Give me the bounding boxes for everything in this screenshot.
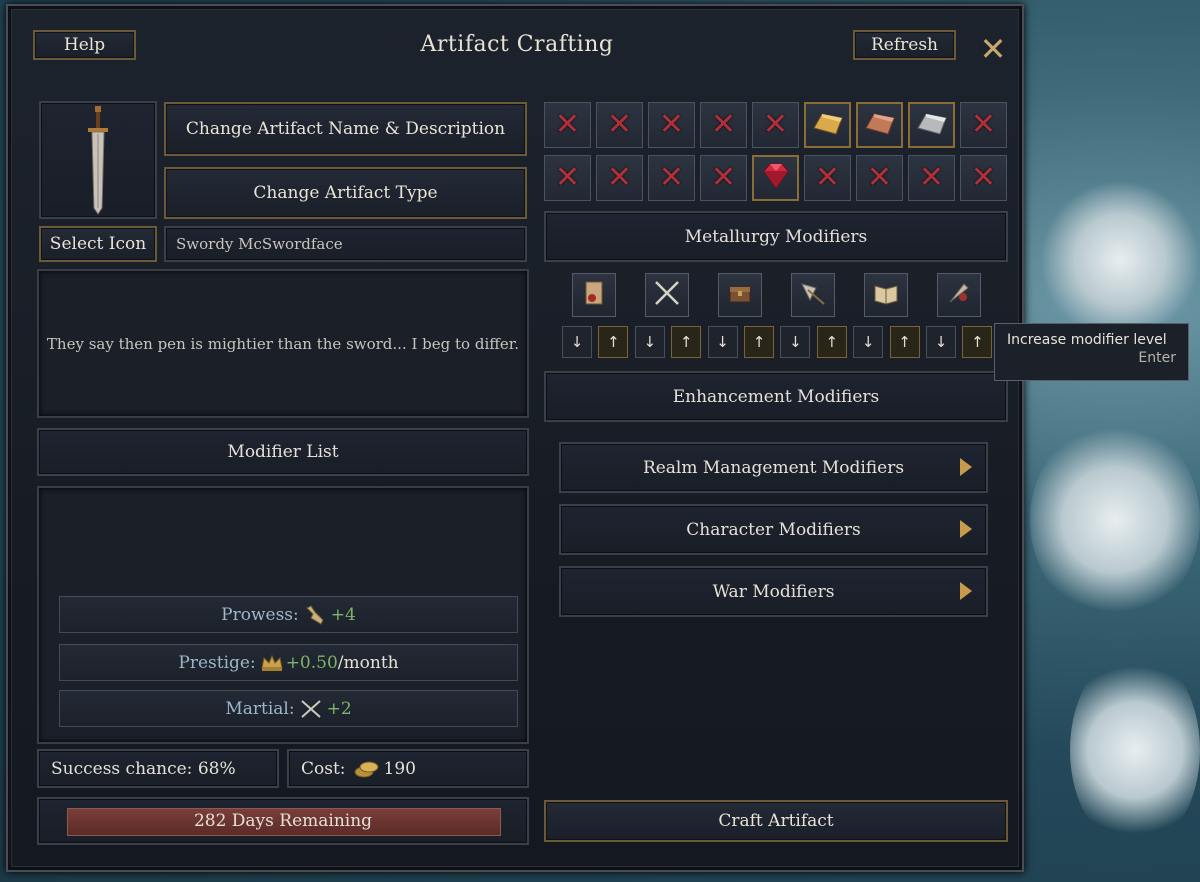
modifier-list-header: Modifier List: [37, 428, 529, 476]
empty-slot[interactable]: ✕: [648, 155, 695, 201]
empty-slot[interactable]: ✕: [700, 155, 747, 201]
category-war[interactable]: War Modifiers: [559, 566, 988, 617]
category-character[interactable]: Character Modifiers: [559, 504, 988, 555]
axe-icon: [798, 278, 828, 312]
empty-slot[interactable]: ✕: [596, 155, 643, 201]
decrease-modifier-button[interactable]: ↓: [562, 326, 592, 358]
chest-icon: [725, 278, 755, 312]
change-name-button[interactable]: Change Artifact Name & Description: [164, 102, 527, 156]
artifact-icon-frame: [39, 101, 157, 219]
tooltip: Increase modifier level Enter: [994, 323, 1189, 381]
gold-coins-icon: [354, 761, 379, 777]
empty-slot[interactable]: ✕: [960, 155, 1007, 201]
cloud: [1030, 420, 1200, 620]
artifact-crafting-window: Help Artifact Crafting Refresh ✕ Change …: [6, 4, 1024, 872]
modifier-row-martial: Martial: +2: [59, 690, 518, 727]
success-chance: Success chance: 68%: [37, 749, 279, 788]
change-type-button[interactable]: Change Artifact Type: [164, 167, 527, 219]
cloud: [1070, 650, 1200, 850]
metallurgy-modifiers-header: Metallurgy Modifiers: [544, 211, 1008, 262]
refresh-button[interactable]: Refresh: [853, 30, 956, 60]
category-realm-management[interactable]: Realm Management Modifiers: [559, 442, 988, 493]
slot-copper-ingot[interactable]: [856, 102, 903, 148]
crossed-swords-icon: [652, 278, 682, 312]
tooltip-title: Increase modifier level: [1007, 332, 1167, 348]
enhancement-scroll-button[interactable]: [572, 273, 616, 317]
empty-slot[interactable]: ✕: [856, 155, 903, 201]
disabled-x-icon: ✕: [554, 107, 581, 142]
decrease-modifier-button[interactable]: ↓: [707, 326, 738, 358]
gold-ingot-icon: [810, 108, 846, 142]
book-icon: [871, 278, 901, 312]
disabled-x-icon: ✕: [866, 160, 893, 195]
empty-slot[interactable]: ✕: [596, 102, 643, 148]
disabled-x-icon: ✕: [658, 160, 685, 195]
slot-silver-ingot[interactable]: [908, 102, 955, 148]
disabled-x-icon: ✕: [970, 160, 997, 195]
empty-slot[interactable]: ✕: [700, 102, 747, 148]
increase-modifier-button[interactable]: ↑: [962, 326, 993, 358]
disabled-x-icon: ✕: [606, 107, 633, 142]
slot-gold-ingot[interactable]: [804, 102, 851, 148]
close-icon[interactable]: ✕: [978, 33, 1008, 65]
modifier-row-prowess: Prowess: +4: [59, 596, 518, 633]
disabled-x-icon: ✕: [554, 160, 581, 195]
artifact-name-field[interactable]: Swordy McSwordface: [164, 226, 527, 262]
select-icon-button[interactable]: Select Icon: [39, 226, 157, 262]
prowess-icon: [305, 604, 324, 625]
cost-display: Cost: 190: [287, 749, 529, 788]
quill-icon: [944, 278, 974, 312]
decrease-modifier-button[interactable]: ↓: [926, 326, 956, 358]
disabled-x-icon: ✕: [814, 160, 841, 195]
increase-modifier-button[interactable]: ↑: [889, 326, 920, 358]
tooltip-shortcut: Enter: [1138, 350, 1176, 366]
description-box[interactable]: They say then pen is mightier than the s…: [37, 269, 529, 418]
silver-ingot-icon: [914, 108, 950, 142]
empty-slot[interactable]: ✕: [544, 155, 591, 201]
ruby-icon: [759, 161, 793, 195]
disabled-x-icon: ✕: [970, 107, 997, 142]
empty-slot[interactable]: ✕: [648, 102, 695, 148]
disabled-x-icon: ✕: [762, 107, 789, 142]
disabled-x-icon: ✕: [658, 107, 685, 142]
enhancement-book-button[interactable]: [864, 273, 908, 317]
decrease-modifier-button[interactable]: ↓: [780, 326, 811, 358]
enhancement-axe-button[interactable]: [791, 273, 835, 317]
empty-slot[interactable]: ✕: [960, 102, 1007, 148]
cloud: [1040, 180, 1200, 340]
enhancement-crossed-swords-button[interactable]: [645, 273, 689, 317]
enhancement-chest-button[interactable]: [718, 273, 762, 317]
increase-modifier-button[interactable]: ↑: [744, 326, 774, 358]
days-remaining-text: 282 Days Remaining: [193, 811, 373, 831]
empty-slot[interactable]: ✕: [752, 102, 799, 148]
progress-frame: 282 Days Remaining: [37, 797, 529, 845]
crossed-swords-icon: [300, 699, 321, 718]
decrease-modifier-button[interactable]: ↓: [634, 326, 665, 358]
empty-slot[interactable]: ✕: [804, 155, 851, 201]
slot-ruby[interactable]: [752, 155, 799, 201]
craft-artifact-button[interactable]: Craft Artifact: [544, 800, 1008, 842]
increase-modifier-button[interactable]: ↑: [598, 326, 629, 358]
disabled-x-icon: ✕: [918, 160, 945, 195]
enhancement-quill-button[interactable]: [937, 273, 981, 317]
disabled-x-icon: ✕: [606, 160, 633, 195]
empty-slot[interactable]: ✕: [544, 102, 591, 148]
expand-arrow-icon: [960, 520, 972, 538]
sword-icon: [88, 106, 108, 215]
scroll-icon: [580, 278, 608, 312]
copper-ingot-icon: [862, 108, 898, 142]
disabled-x-icon: ✕: [710, 160, 737, 195]
increase-modifier-button[interactable]: ↑: [816, 326, 847, 358]
decrease-modifier-button[interactable]: ↓: [853, 326, 884, 358]
expand-arrow-icon: [960, 582, 972, 600]
expand-arrow-icon: [960, 458, 972, 476]
modifier-row-prestige: Prestige: +0.50/month: [59, 644, 518, 681]
disabled-x-icon: ✕: [710, 107, 737, 142]
description-text: They say then pen is mightier than the s…: [46, 334, 520, 353]
enhancement-modifiers-header: Enhancement Modifiers: [544, 371, 1008, 422]
crown-icon: [261, 654, 283, 671]
increase-modifier-button[interactable]: ↑: [671, 326, 702, 358]
empty-slot[interactable]: ✕: [908, 155, 955, 201]
